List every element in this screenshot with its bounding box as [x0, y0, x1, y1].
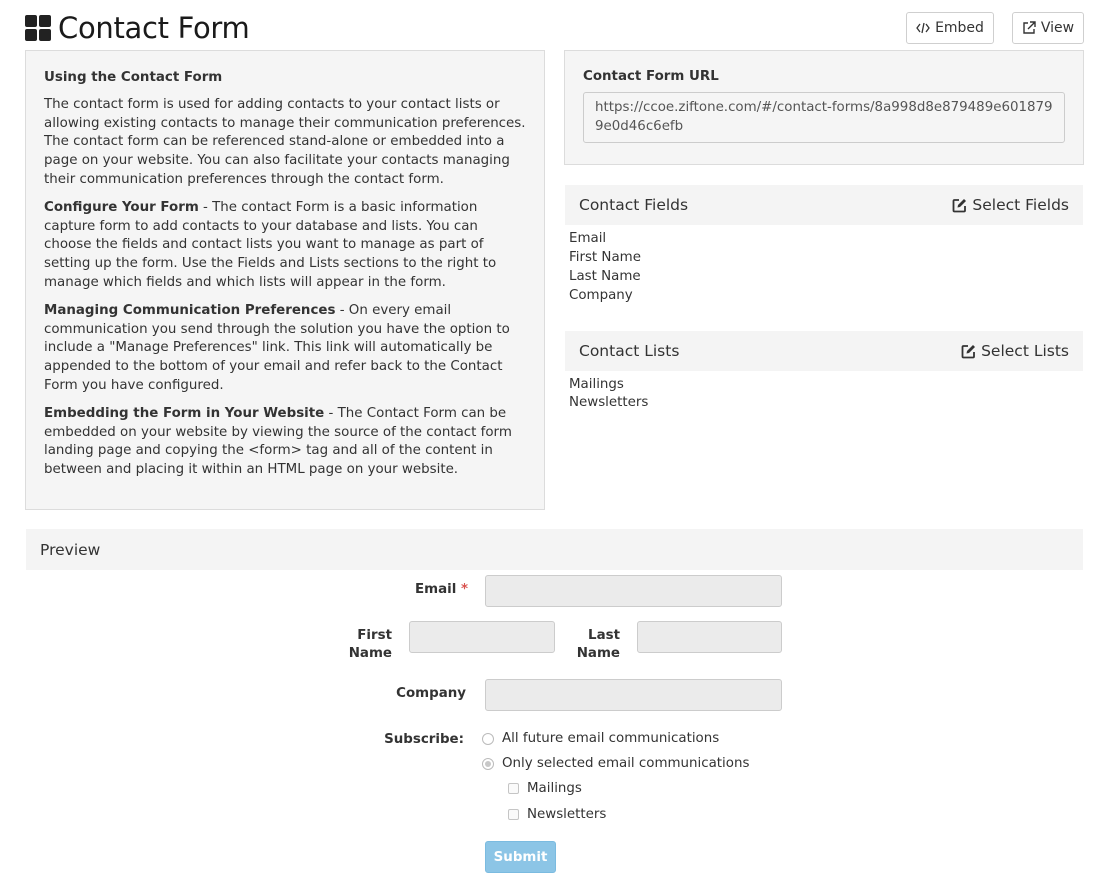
contact-fields-title: Contact Fields — [579, 196, 689, 214]
subscribe-label: Subscribe: — [384, 732, 464, 747]
mailings-option[interactable]: Mailings — [508, 781, 582, 796]
edit-square-icon — [952, 198, 967, 212]
list-item: Email — [569, 231, 607, 246]
page-header: Contact Form Embed View — [25, 10, 1085, 46]
subscribe-all-option[interactable]: All future email communications — [482, 731, 719, 746]
url-label: Contact Form URL — [583, 69, 719, 84]
select-fields-label: Select Fields — [972, 196, 1069, 214]
dashboard-grid-icon — [25, 15, 51, 41]
contact-lists-header: Contact Lists Select Lists — [565, 331, 1083, 371]
last-name-label: Last Name — [576, 628, 620, 661]
first-name-input[interactable] — [409, 621, 555, 653]
embed-button[interactable]: Embed — [906, 12, 994, 44]
first-name-label: First Name — [348, 628, 392, 661]
external-link-icon — [1023, 21, 1036, 34]
company-input[interactable] — [485, 679, 782, 711]
contact-lists-list: Mailings Newsletters — [569, 376, 648, 412]
view-button-label: View — [1040, 20, 1075, 36]
last-name-input[interactable] — [637, 621, 782, 653]
required-indicator: * — [460, 582, 468, 597]
url-field[interactable]: https://ccoe.ziftone.com/#/contact-forms… — [583, 92, 1065, 143]
select-lists-button[interactable]: Select Lists — [961, 342, 1069, 360]
embed-button-label: Embed — [935, 20, 984, 36]
email-label: Email * — [400, 581, 468, 599]
subscribe-selected-option[interactable]: Only selected email communications — [482, 756, 749, 771]
list-item: Mailings — [569, 377, 624, 392]
newsletters-label: Newsletters — [527, 807, 607, 822]
list-item: Company — [569, 288, 633, 303]
info-heading: Using the Contact Form — [44, 70, 223, 85]
code-icon — [916, 22, 930, 34]
newsletters-option[interactable]: Newsletters — [508, 807, 606, 822]
checkbox[interactable] — [508, 809, 519, 820]
company-label: Company — [396, 686, 466, 701]
radio-button[interactable] — [482, 732, 494, 745]
email-input[interactable] — [485, 575, 782, 607]
contact-form-url-panel: Contact Form URL https://ccoe.ziftone.co… — [564, 50, 1084, 165]
email-label-text: Email — [414, 582, 457, 597]
page-title: Contact Form — [58, 11, 250, 45]
list-item: Last Name — [569, 269, 641, 284]
contact-lists-title: Contact Lists — [579, 342, 680, 360]
info-panel: Using the Contact Form The contact form … — [25, 50, 545, 510]
list-item: First Name — [569, 250, 641, 265]
radio-button-checked[interactable] — [482, 757, 494, 770]
view-button[interactable]: View — [1012, 12, 1084, 44]
info-managing: Managing Communication Preferences - On … — [44, 302, 526, 396]
info-embedding: Embedding the Form in Your Website - The… — [44, 405, 526, 480]
checkbox[interactable] — [508, 783, 519, 794]
preview-title: Preview — [40, 540, 101, 559]
select-lists-label: Select Lists — [981, 342, 1069, 360]
option-selected-label: Only selected email communications — [502, 756, 750, 771]
option-all-label: All future email communications — [502, 731, 720, 746]
embedding-title: Embedding the Form in Your Website — [44, 405, 325, 421]
managing-title: Managing Communication Preferences — [44, 302, 336, 318]
mailings-label: Mailings — [527, 781, 582, 796]
submit-button[interactable]: Submit — [485, 841, 556, 873]
info-intro: The contact form is used for adding cont… — [44, 96, 526, 187]
edit-square-icon — [961, 344, 976, 358]
contact-fields-list: Email First Name Last Name Company — [569, 229, 641, 305]
configure-title: Configure Your Form — [44, 199, 199, 215]
select-fields-button[interactable]: Select Fields — [952, 196, 1069, 214]
preview-header: Preview — [26, 529, 1083, 570]
info-configure: Configure Your Form - The contact Form i… — [44, 199, 526, 293]
list-item: Newsletters — [569, 395, 649, 410]
contact-fields-header: Contact Fields Select Fields — [565, 185, 1083, 225]
